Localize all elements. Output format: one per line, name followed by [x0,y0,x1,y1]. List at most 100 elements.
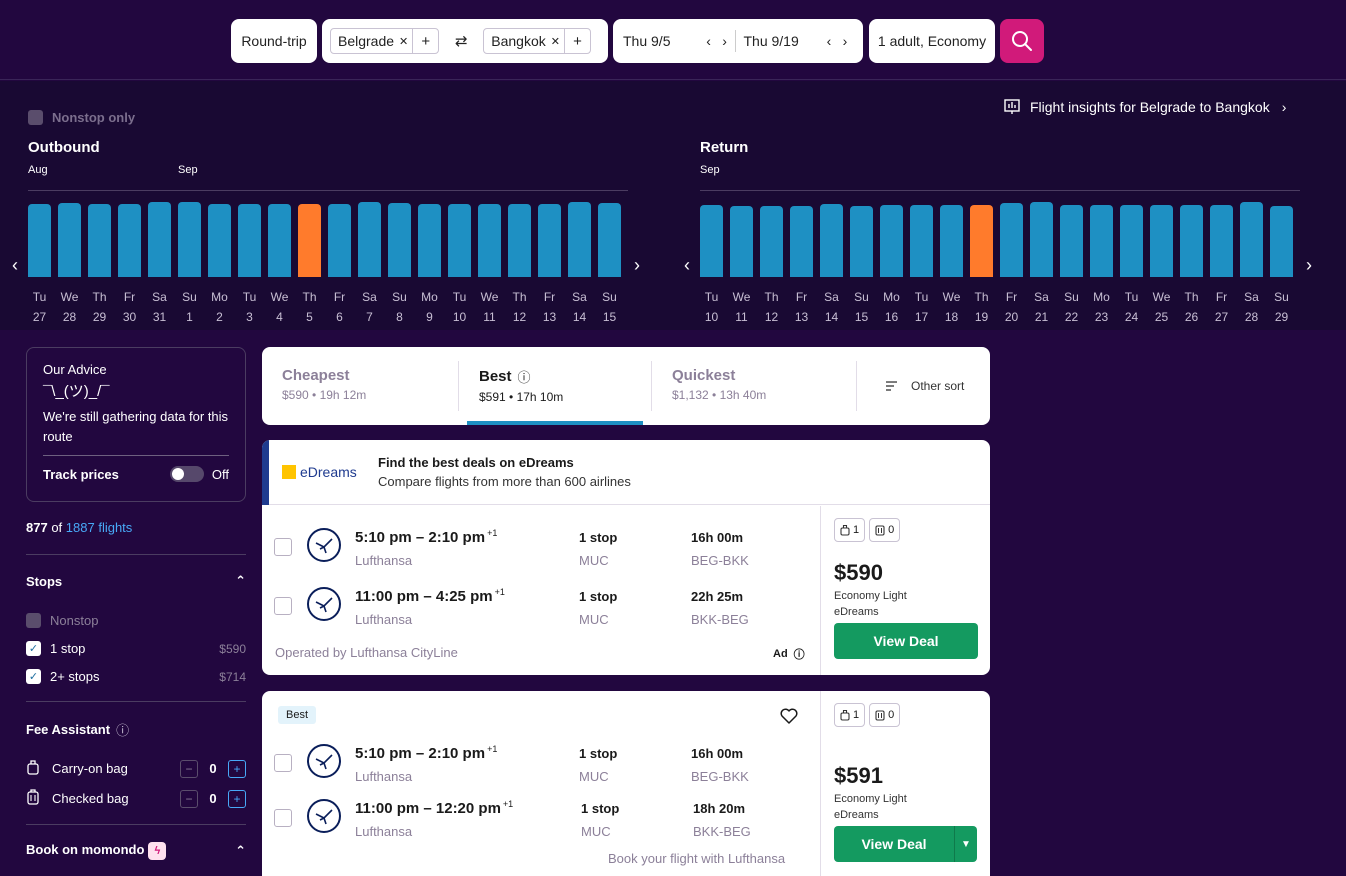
add-destination-button[interactable]: + [563,29,590,53]
return-price-bar[interactable] [1120,205,1143,277]
outbound-day[interactable]: Tu 10 [448,287,471,327]
return-day[interactable]: Fr 13 [790,287,813,327]
compare-checkbox[interactable] [274,538,292,556]
outbound-day[interactable]: Sa 31 [148,287,171,327]
stop-filter-2-stops[interactable]: ✓ 2+ stops $714 [26,669,246,684]
add-origin-button[interactable]: + [412,29,438,53]
depart-next-icon[interactable]: › [717,33,733,49]
outbound-price-bar[interactable] [358,202,381,277]
outbound-price-bar[interactable] [88,204,111,277]
outbound-day[interactable]: Mo 2 [208,287,231,327]
tab-cheapest[interactable]: Cheapest $590 • 19h 12m [262,347,458,425]
destination-chip[interactable]: Bangkok ✕ + [483,28,591,54]
outbound-day[interactable]: Tu 27 [28,287,51,327]
return-price-bar[interactable] [1090,205,1113,277]
view-deal-button[interactable]: View Deal [834,826,954,862]
other-sort-button[interactable]: Other sort [857,347,964,425]
tab-quickest[interactable]: Quickest $1,132 • 13h 40m [652,347,856,425]
return-day[interactable]: Su 29 [1270,287,1293,327]
remove-destination-icon[interactable]: ✕ [551,35,560,48]
outbound-day[interactable]: Th 12 [508,287,531,327]
return-price-bar[interactable] [1240,202,1263,277]
outbound-price-bar[interactable] [448,204,471,277]
track-prices-toggle[interactable] [169,466,204,482]
carry-on-increment-button[interactable]: + [228,759,246,778]
outbound-day[interactable]: We 4 [268,287,291,327]
return-day[interactable]: Tu 24 [1120,287,1143,327]
remove-origin-icon[interactable]: ✕ [399,35,408,48]
return-prev-icon[interactable]: ‹ [684,255,690,276]
return-day[interactable]: Sa 14 [820,287,843,327]
outbound-price-bar[interactable] [508,204,531,277]
return-day[interactable]: Mo 23 [1090,287,1113,327]
outbound-day[interactable]: Sa 7 [358,287,381,327]
outbound-day[interactable]: Sa 14 [568,287,591,327]
nonstop-only-checkbox[interactable]: Nonstop only [28,110,135,125]
compare-checkbox[interactable] [274,809,292,827]
return-date[interactable]: Thu 9/19 [743,33,821,49]
chevron-down-icon[interactable]: ▼ [954,826,977,862]
outbound-day[interactable]: Su 1 [178,287,201,327]
outbound-day[interactable]: Mo 9 [418,287,441,327]
ad-label[interactable]: Ad ⓘ [773,646,805,662]
outbound-price-bar[interactable] [268,204,291,277]
outbound-price-bar[interactable] [478,204,501,277]
outbound-price-bar[interactable] [178,202,201,277]
return-price-bar[interactable] [940,205,963,277]
outbound-day[interactable]: Th 29 [88,287,111,327]
stop-filter-nonstop[interactable]: Nonstop [26,613,246,628]
return-price-bar[interactable] [1210,205,1233,277]
tab-best[interactable]: Best ⓘ $591 • 17h 10m [459,347,651,425]
return-price-bar[interactable] [760,206,783,277]
outbound-price-bar[interactable] [208,204,231,277]
carry-on-decrement-button[interactable]: − [180,759,198,778]
outbound-price-bar[interactable] [238,204,261,277]
return-price-bar[interactable] [700,205,723,277]
return-day[interactable]: We 25 [1150,287,1173,327]
outbound-prev-icon[interactable]: ‹ [12,255,18,276]
return-price-bar[interactable] [1000,203,1023,277]
outbound-day[interactable]: We 11 [478,287,501,327]
return-day[interactable]: Sa 21 [1030,287,1053,327]
all-flights-link[interactable]: 1887 flights [66,520,133,535]
return-price-bar[interactable] [1150,205,1173,277]
flight-insights-link[interactable]: Flight insights for Belgrade to Bangkok … [1004,99,1286,115]
return-prev-icon[interactable]: ‹ [821,33,837,49]
outbound-day[interactable]: We 28 [58,287,81,327]
return-next-icon[interactable]: › [837,33,853,49]
return-day[interactable]: Mo 16 [880,287,903,327]
outbound-day[interactable]: Fr 13 [538,287,561,327]
outbound-day[interactable]: Su 15 [598,287,621,327]
outbound-price-bar[interactable] [418,204,441,277]
ad-banner[interactable]: eDreams Find the best deals on eDreams C… [262,440,990,505]
return-price-bar[interactable] [1180,205,1203,277]
outbound-price-bar[interactable] [58,203,81,277]
view-deal-button[interactable]: View Deal [834,623,978,659]
outbound-day[interactable]: Th 5 [298,287,321,327]
return-price-bar[interactable] [1270,206,1293,277]
compare-checkbox[interactable] [274,754,292,772]
return-price-bar[interactable] [910,205,933,277]
depart-prev-icon[interactable]: ‹ [701,33,717,49]
search-button[interactable] [1000,19,1044,63]
swap-icon[interactable]: ⇄ [439,32,483,50]
outbound-price-bar[interactable] [568,202,591,277]
checked-decrement-button[interactable]: − [180,789,198,808]
return-price-bar[interactable] [820,204,843,277]
trip-type-select[interactable]: Round-trip [231,19,317,63]
checked-increment-button[interactable]: + [228,789,246,808]
return-day[interactable]: Th 12 [760,287,783,327]
outbound-day[interactable]: Fr 30 [118,287,141,327]
info-icon[interactable]: ⓘ [116,720,129,739]
return-price-bar[interactable] [970,205,993,277]
return-day[interactable]: Su 15 [850,287,873,327]
outbound-day[interactable]: Tu 3 [238,287,261,327]
outbound-price-bar[interactable] [148,202,171,277]
return-price-bar[interactable] [790,206,813,277]
outbound-price-bar[interactable] [598,203,621,277]
heart-icon[interactable] [780,708,798,729]
return-day[interactable]: Sa 28 [1240,287,1263,327]
return-day[interactable]: Su 22 [1060,287,1083,327]
stops-filter-header[interactable]: Stops ⌃ [26,573,246,589]
depart-date[interactable]: Thu 9/5 [623,33,701,49]
